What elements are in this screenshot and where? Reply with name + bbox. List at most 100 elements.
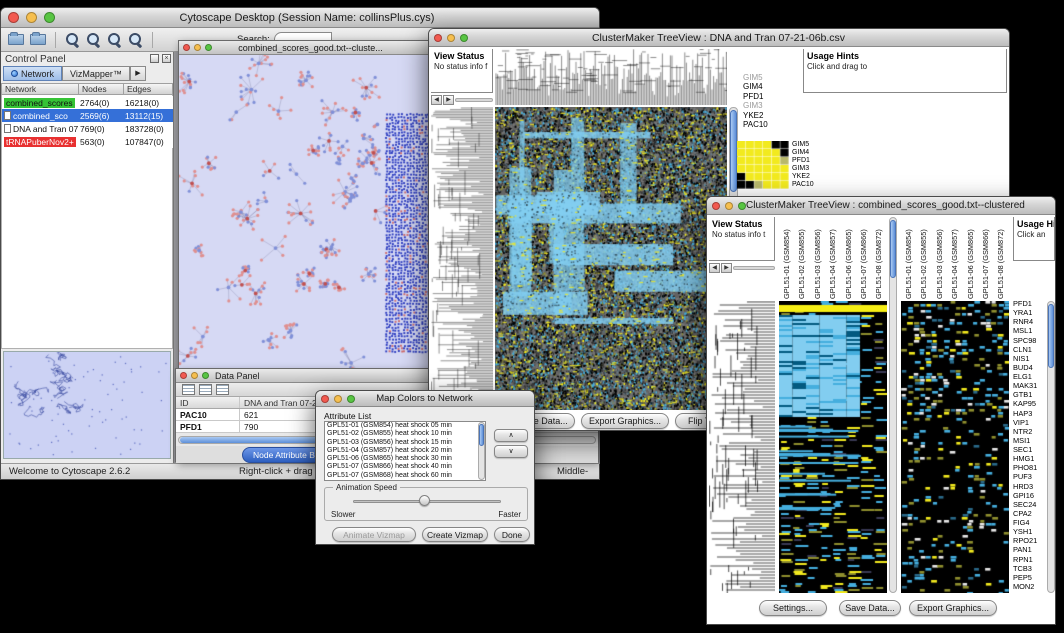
- table-row[interactable]: DNA and Tran 07 769(0) 183728(0): [2, 122, 174, 135]
- scrollbar-thumb[interactable]: [890, 220, 896, 278]
- gene-label[interactable]: NIS1: [1013, 354, 1045, 363]
- tv1-heatmap-canvas[interactable]: [495, 107, 727, 410]
- attribute-list-item[interactable]: GPL51-06 (GSM865) heat shock 30 min: [325, 455, 485, 463]
- matrix-label[interactable]: GIM3: [792, 165, 832, 173]
- slider-thumb[interactable]: [419, 495, 430, 506]
- gene-label[interactable]: FIG4: [1013, 518, 1045, 527]
- attribute-delete-icon[interactable]: [216, 384, 229, 395]
- tv2-row-dendrogram-canvas[interactable]: [709, 301, 775, 593]
- scroll-groove[interactable]: [733, 266, 775, 270]
- matrix-label[interactable]: PFD1: [792, 157, 832, 165]
- gene-label[interactable]: MSI1: [1013, 436, 1045, 445]
- tab-overflow-icon[interactable]: ▶: [130, 66, 146, 81]
- attribute-list-item[interactable]: GPL51-02 (GSM855) heat shock 10 min: [325, 430, 485, 438]
- attribute-list-item[interactable]: GPL51-07 (GSM866) heat shock 40 min: [325, 463, 485, 471]
- list-scrollbar[interactable]: [478, 422, 485, 480]
- column-label[interactable]: GPL51-02 (GSM855): [916, 217, 931, 299]
- close-button[interactable]: [8, 12, 19, 23]
- tv2-secondary-heatmap-canvas[interactable]: [901, 301, 1009, 593]
- network-overview[interactable]: [3, 351, 171, 459]
- gene-label[interactable]: ELG1: [1013, 372, 1045, 381]
- matrix-label[interactable]: PAC10: [792, 181, 832, 189]
- treeview1-titlebar[interactable]: ClusterMaker TreeView : DNA and Tran 07-…: [429, 29, 1009, 47]
- gene-label[interactable]: RNR4: [1013, 317, 1045, 326]
- close-button[interactable]: [712, 202, 720, 210]
- close-panel-icon[interactable]: ×: [162, 54, 171, 63]
- gene-label[interactable]: SPC98: [1013, 336, 1045, 345]
- column-label[interactable]: GPL51-08 (GSM872): [993, 217, 1008, 299]
- column-label[interactable]: GPL51-07 (GSM866): [856, 217, 871, 299]
- gene-label[interactable]: NTR2: [1013, 427, 1045, 436]
- column-label[interactable]: GPL51-01 (GSM854): [779, 217, 794, 299]
- scrollbar-thumb[interactable]: [1048, 304, 1054, 368]
- gene-label[interactable]: MAK31: [1013, 381, 1045, 390]
- gene-label[interactable]: CPA2: [1013, 509, 1045, 518]
- zoom-in-icon[interactable]: [65, 32, 80, 47]
- gene-label[interactable]: YRA1: [1013, 308, 1045, 317]
- table-row[interactable]: tRNAPuberNov2+ 563(0) 107847(0): [2, 135, 174, 148]
- vertical-scrollbar[interactable]: [889, 217, 897, 593]
- close-button[interactable]: [180, 372, 187, 379]
- table-row-selected[interactable]: combined_sco 2569(6) 13112(15): [2, 109, 174, 122]
- column-label[interactable]: GPL51-03 (GSM856): [810, 217, 825, 299]
- gene-label[interactable]: MON2: [1013, 582, 1045, 591]
- gene-label[interactable]: PUF3: [1013, 472, 1045, 481]
- move-up-button[interactable]: ∧: [494, 429, 528, 442]
- gene-label[interactable]: RPN1: [1013, 555, 1045, 564]
- tv2-heatmap-canvas[interactable]: [779, 301, 887, 593]
- column-label[interactable]: GPL51-02 (GSM855): [794, 217, 809, 299]
- column-label[interactable]: GPL51-06 (GSM865): [963, 217, 978, 299]
- matrix-label[interactable]: GIM4: [792, 149, 832, 157]
- minimize-button[interactable]: [191, 372, 198, 379]
- create-vizmap-button[interactable]: Create Vizmap: [422, 527, 488, 542]
- tab-network[interactable]: Network: [3, 66, 62, 81]
- column-label[interactable]: GPL51-01 (GSM854): [901, 217, 916, 299]
- minimize-button[interactable]: [725, 202, 733, 210]
- close-button[interactable]: [434, 34, 442, 42]
- zoom-button[interactable]: [347, 395, 355, 403]
- scroll-groove[interactable]: [455, 98, 493, 102]
- scrollbar-thumb[interactable]: [730, 110, 737, 192]
- cytoscape-titlebar[interactable]: Cytoscape Desktop (Session Name: collins…: [1, 8, 599, 28]
- export-graphics-button[interactable]: Export Graphics...: [909, 600, 997, 616]
- zoom-button[interactable]: [460, 34, 468, 42]
- gene-label[interactable]: GTB1: [1013, 390, 1045, 399]
- minimize-button[interactable]: [194, 44, 201, 51]
- column-label[interactable]: GPL51-04 (GSM857): [947, 217, 962, 299]
- gene-label[interactable]: KAP95: [1013, 399, 1045, 408]
- matrix-label[interactable]: YKE2: [792, 173, 832, 181]
- treeview2-titlebar[interactable]: ClusterMaker TreeView : combined_scores_…: [707, 197, 1055, 215]
- float-panel-icon[interactable]: [150, 54, 159, 63]
- zoom-fit-icon[interactable]: [107, 32, 122, 47]
- attribute-list[interactable]: GPL51-01 (GSM854) heat shock 05 minGPL51…: [324, 421, 486, 481]
- col-network[interactable]: Network: [1, 83, 79, 95]
- save-session-icon[interactable]: [30, 34, 46, 45]
- gene-label[interactable]: GPI16: [1013, 491, 1045, 500]
- gene-label[interactable]: HAP3: [1013, 409, 1045, 418]
- gene-label[interactable]: PAC10: [743, 120, 793, 129]
- save-data-button[interactable]: Save Data...: [839, 600, 901, 616]
- gene-label[interactable]: PFD1: [743, 92, 793, 101]
- open-session-icon[interactable]: [8, 34, 24, 45]
- export-graphics-button[interactable]: Export Graphics...: [581, 413, 669, 429]
- scrollbar-thumb[interactable]: [479, 424, 484, 446]
- gene-label[interactable]: HRD3: [1013, 482, 1045, 491]
- map-colors-titlebar[interactable]: Map Colors to Network: [316, 391, 534, 407]
- gene-label[interactable]: TCB3: [1013, 564, 1045, 573]
- zoom-button[interactable]: [738, 202, 746, 210]
- network-view-titlebar[interactable]: combined_scores_good.txt--cluste...: [179, 41, 433, 55]
- tv1-col-dendrogram-canvas[interactable]: [495, 49, 727, 105]
- column-label[interactable]: GPL51-06 (GSM865): [841, 217, 856, 299]
- gene-label[interactable]: GIM3: [743, 101, 793, 110]
- id-column-header[interactable]: ID: [176, 397, 240, 408]
- gene-label[interactable]: HMG1: [1013, 454, 1045, 463]
- gene-label[interactable]: CLN1: [1013, 345, 1045, 354]
- attribute-list-item[interactable]: GPL51-07 (GSM868) heat shock 60 min: [325, 472, 485, 480]
- col-nodes[interactable]: Nodes: [79, 83, 124, 95]
- scroll-right-icon[interactable]: ▶: [721, 263, 732, 273]
- scroll-left-icon[interactable]: ◀: [431, 95, 442, 105]
- minimize-button[interactable]: [26, 12, 37, 23]
- gene-label[interactable]: SEC1: [1013, 445, 1045, 454]
- gene-label[interactable]: SEC24: [1013, 500, 1045, 509]
- minimize-button[interactable]: [334, 395, 342, 403]
